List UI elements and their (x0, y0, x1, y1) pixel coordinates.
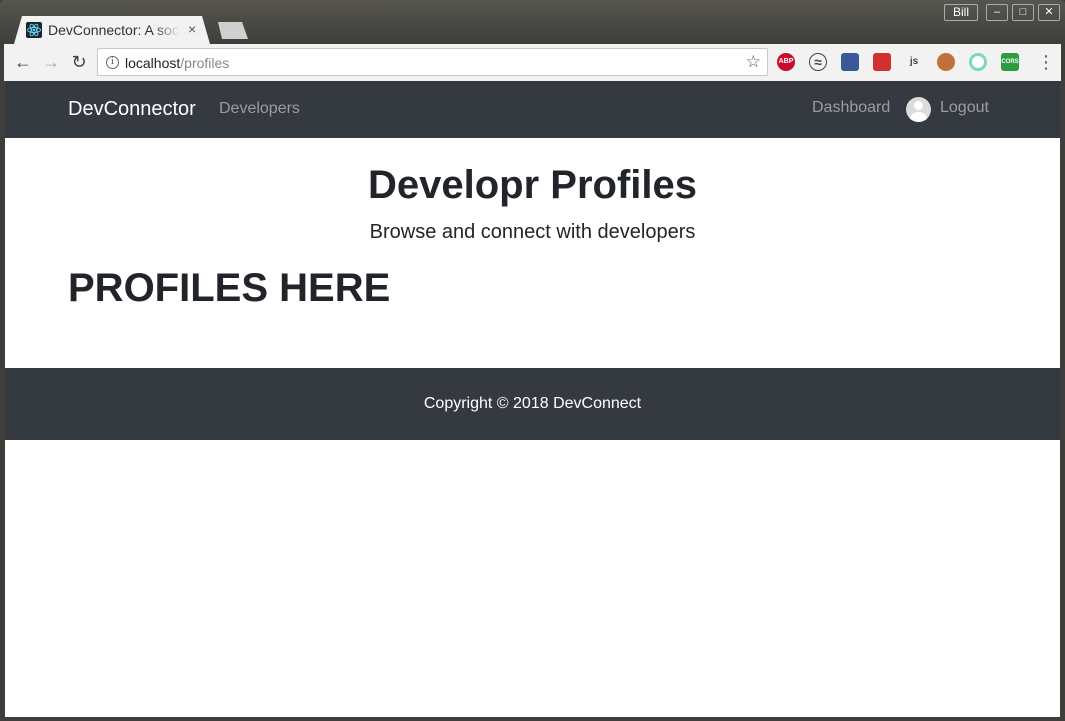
tab-title: DevConnector: A social network for devel… (48, 22, 180, 38)
page-title: Developr Profiles (367, 163, 697, 207)
colorpicker-icon[interactable] (841, 53, 859, 71)
avatar-body-shape (910, 112, 927, 122)
react-devtools-icon[interactable] (969, 53, 987, 71)
nav-developers-link[interactable]: Developers (219, 100, 300, 118)
tampermonkey-icon[interactable] (937, 53, 955, 71)
tab-close-icon[interactable]: × (188, 21, 196, 37)
bookmark-star-icon[interactable]: ☆ (746, 52, 761, 72)
browser-window: DevConnector: A social network for devel… (0, 0, 1065, 721)
brand-link[interactable]: DevConnector (68, 98, 196, 121)
info-icon[interactable]: i (106, 56, 119, 69)
browser-toolbar: ← → ↻ i localhost/profiles ☆ ABP ≈ js CO… (4, 44, 1061, 81)
url-host: localhost (125, 55, 181, 71)
adblock-plus-icon[interactable]: ABP (777, 53, 795, 71)
redux-devtools-icon[interactable] (873, 53, 891, 71)
address-bar[interactable]: i localhost/profiles ☆ (97, 48, 768, 76)
avatar-head-shape (914, 101, 923, 110)
url-path: /profiles (180, 55, 230, 71)
reload-icon[interactable]: ↻ (69, 52, 89, 72)
user-avatar[interactable] (906, 97, 931, 122)
back-arrow-icon[interactable]: ← (13, 52, 33, 72)
new-tab-button[interactable] (218, 22, 248, 39)
close-window-button[interactable]: ✕ (1038, 4, 1060, 21)
page-viewport: DevConnector Developers Dashboard Logout… (5, 81, 1060, 717)
tab-strip: DevConnector: A social network for devel… (0, 0, 1065, 44)
minimize-button[interactable]: – (986, 4, 1008, 21)
page-lead-text: Browse and connect with developers (369, 221, 696, 243)
navbar: DevConnector Developers Dashboard Logout (5, 81, 1060, 138)
sync-icon[interactable]: ≈ (809, 53, 827, 71)
react-icon (26, 22, 42, 38)
profiles-placeholder: PROFILES HERE (68, 266, 391, 310)
forward-arrow-icon[interactable]: → (41, 52, 61, 72)
nav-dashboard-link[interactable]: Dashboard (812, 99, 890, 117)
profile-user-button[interactable]: Bill (944, 4, 978, 21)
kebab-menu-icon[interactable]: ⋮ (1037, 52, 1055, 72)
footer: Copyright © 2018 DevConnect (5, 368, 1060, 440)
url-text[interactable]: localhost/profiles (125, 55, 229, 71)
cors-icon[interactable]: CORS (1001, 53, 1019, 71)
browser-tab-active[interactable]: DevConnector: A social network for devel… (14, 16, 210, 44)
nav-logout-link[interactable]: Logout (940, 99, 989, 117)
nodejs-icon[interactable]: js (905, 53, 923, 71)
footer-copyright: Copyright © 2018 DevConnect (423, 395, 642, 412)
maximize-button[interactable]: □ (1012, 4, 1034, 21)
